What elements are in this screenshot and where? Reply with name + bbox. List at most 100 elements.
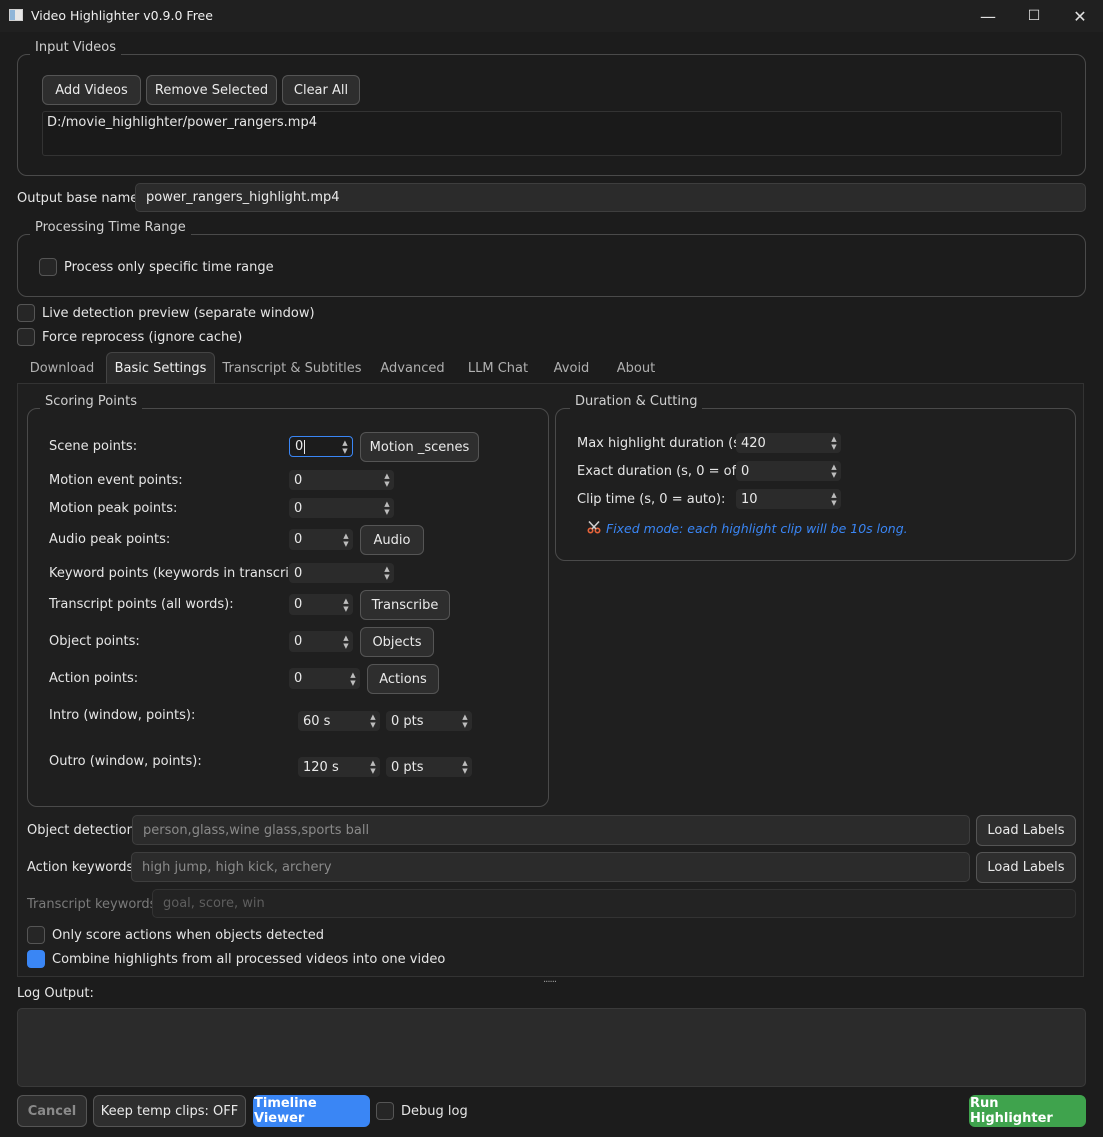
live-preview-checkbox[interactable]: [17, 304, 35, 322]
run-highlighter-button[interactable]: Run Highlighter: [969, 1095, 1086, 1127]
debug-log-checkbox[interactable]: [376, 1102, 394, 1120]
motion-peak-points-value: 0: [294, 500, 303, 516]
minimize-button[interactable]: —: [965, 0, 1011, 32]
tab-download[interactable]: Download: [19, 352, 105, 384]
intro-window-spinbox[interactable]: 60 s ▲ ▼: [298, 711, 380, 731]
exact-duration-spinbox[interactable]: 0 ▲ ▼: [736, 461, 841, 481]
spin-arrows-icon[interactable]: ▲ ▼: [828, 462, 840, 480]
force-reprocess-checkbox[interactable]: [17, 328, 35, 346]
motion-scenes-button[interactable]: Motion _scenes: [360, 432, 479, 462]
motion-peak-points-spinbox[interactable]: 0 ▲ ▼: [289, 498, 394, 518]
timeline-viewer-button[interactable]: Timeline Viewer: [253, 1095, 370, 1127]
maximize-button[interactable]: ☐: [1011, 0, 1057, 32]
object-points-label: Object points:: [49, 634, 140, 649]
tab-avoid[interactable]: Avoid: [540, 352, 603, 384]
spin-arrows-icon[interactable]: ▲ ▼: [367, 758, 379, 776]
window-title: Video Highlighter v0.9.0 Free: [31, 8, 213, 23]
tab-llm-chat[interactable]: LLM Chat: [458, 352, 538, 384]
action-points-label: Action points:: [49, 671, 139, 686]
scene-points-label: Scene points:: [49, 439, 138, 454]
only-actions-label: Only score actions when objects detected: [52, 928, 324, 943]
force-reprocess-label: Force reprocess (ignore cache): [42, 330, 243, 345]
tab-about[interactable]: About: [605, 352, 667, 384]
remove-selected-button[interactable]: Remove Selected: [146, 75, 277, 105]
keep-temp-clips-button[interactable]: Keep temp clips: OFF: [93, 1095, 246, 1127]
outro-points-spinbox[interactable]: 0 pts ▲ ▼: [386, 757, 472, 777]
spin-arrows-icon[interactable]: ▲ ▼: [381, 471, 393, 489]
tab-basic-settings[interactable]: Basic Settings: [106, 352, 215, 384]
add-videos-button[interactable]: Add Videos: [42, 75, 141, 105]
motion-peak-points-label: Motion peak points:: [49, 501, 178, 516]
live-preview-label: Live detection preview (separate window): [42, 306, 315, 321]
transcribe-button[interactable]: Transcribe: [360, 590, 450, 620]
action-points-spinbox[interactable]: 0 ▲ ▼: [289, 668, 360, 689]
audio-button[interactable]: Audio: [360, 525, 424, 555]
intro-window-value: 60 s: [303, 713, 331, 729]
action-keywords-input[interactable]: high jump, high kick, archery: [131, 852, 970, 882]
list-item[interactable]: D:/movie_highlighter/power_rangers.mp4: [47, 115, 317, 130]
scoring-points-title: Scoring Points: [40, 394, 142, 409]
time-range-checkbox[interactable]: [39, 258, 57, 276]
clip-time-spinbox[interactable]: 10 ▲ ▼: [736, 489, 841, 509]
transcript-points-value: 0: [294, 597, 303, 612]
keyword-points-spinbox[interactable]: 0 ▲ ▼: [289, 563, 394, 583]
spin-arrows-icon[interactable]: ▲ ▼: [381, 499, 393, 517]
transcript-points-spinbox[interactable]: 0 ▲ ▼: [289, 594, 353, 615]
object-points-value: 0: [294, 634, 303, 649]
motion-event-points-label: Motion event points:: [49, 473, 183, 488]
video-list[interactable]: D:/movie_highlighter/power_rangers.mp4: [42, 111, 1062, 156]
spin-arrows-icon[interactable]: ▲ ▼: [340, 632, 352, 651]
object-detection-input[interactable]: person,glass,wine glass,sports ball: [132, 815, 970, 845]
output-base-name-input[interactable]: power_rangers_highlight.mp4: [135, 183, 1086, 212]
outro-window-spinbox[interactable]: 120 s ▲ ▼: [298, 757, 380, 777]
spin-arrows-icon[interactable]: ▲ ▼: [367, 712, 379, 730]
spin-arrows-icon[interactable]: ▲ ▼: [828, 434, 840, 452]
spin-arrows-icon[interactable]: ▲ ▼: [347, 669, 359, 688]
splitter-handle[interactable]: ......: [543, 974, 557, 985]
fixed-mode-note: Fixed mode: each highlight clip will be …: [606, 521, 908, 536]
objects-button[interactable]: Objects: [360, 627, 434, 657]
clear-all-button[interactable]: Clear All: [282, 75, 360, 105]
log-output-area[interactable]: [17, 1008, 1086, 1087]
audio-peak-points-label: Audio peak points:: [49, 532, 171, 547]
combine-highlights-label: Combine highlights from all processed vi…: [52, 952, 446, 967]
audio-peak-points-value: 0: [294, 532, 303, 547]
motion-event-points-spinbox[interactable]: 0 ▲ ▼: [289, 470, 394, 490]
actions-button[interactable]: Actions: [367, 664, 439, 694]
tab-advanced[interactable]: Advanced: [369, 352, 456, 384]
action-points-value: 0: [294, 671, 303, 686]
object-points-spinbox[interactable]: 0 ▲ ▼: [289, 631, 353, 652]
spin-arrows-icon[interactable]: ▲ ▼: [828, 490, 840, 508]
max-duration-spinbox[interactable]: 420 ▲ ▼: [736, 433, 841, 453]
scene-points-spinbox[interactable]: 0 ▲ ▼: [289, 436, 353, 457]
max-duration-value: 420: [741, 435, 766, 451]
spin-arrows-icon[interactable]: ▲ ▼: [459, 758, 471, 776]
duration-cutting-group: [555, 408, 1076, 561]
tab-transcript-subtitles[interactable]: Transcript & Subtitles: [217, 352, 367, 384]
intro-label: Intro (window, points):: [49, 708, 196, 723]
action-keywords-label: Action keywords:: [27, 860, 138, 875]
only-actions-checkbox[interactable]: [27, 926, 45, 944]
transcript-keywords-input: goal, score, win: [152, 889, 1076, 918]
action-load-labels-button[interactable]: Load Labels: [976, 852, 1076, 883]
scissors-icon: [587, 520, 601, 534]
intro-points-spinbox[interactable]: 0 pts ▲ ▼: [386, 711, 472, 731]
audio-peak-points-spinbox[interactable]: 0 ▲ ▼: [289, 529, 353, 550]
scene-points-value: 0: [295, 439, 304, 454]
combine-highlights-checkbox[interactable]: [27, 950, 45, 968]
spin-arrows-icon[interactable]: ▲ ▼: [381, 564, 393, 582]
close-button[interactable]: ✕: [1057, 0, 1103, 32]
cancel-button[interactable]: Cancel: [17, 1095, 87, 1127]
spin-arrows-icon[interactable]: ▲ ▼: [340, 530, 352, 549]
duration-cutting-title: Duration & Cutting: [570, 394, 703, 409]
time-range-label: Process only specific time range: [64, 260, 274, 275]
outro-label: Outro (window, points):: [49, 754, 202, 769]
spin-arrows-icon[interactable]: ▲ ▼: [459, 712, 471, 730]
text-cursor: [304, 439, 306, 454]
transcript-keywords-label: Transcript keywords:: [27, 897, 161, 912]
spin-arrows-icon[interactable]: ▲ ▼: [340, 595, 352, 614]
object-detection-label: Object detection:: [27, 823, 140, 838]
object-load-labels-button[interactable]: Load Labels: [976, 815, 1076, 846]
app-icon: [9, 9, 23, 21]
spin-arrows-icon[interactable]: ▲ ▼: [339, 438, 351, 455]
